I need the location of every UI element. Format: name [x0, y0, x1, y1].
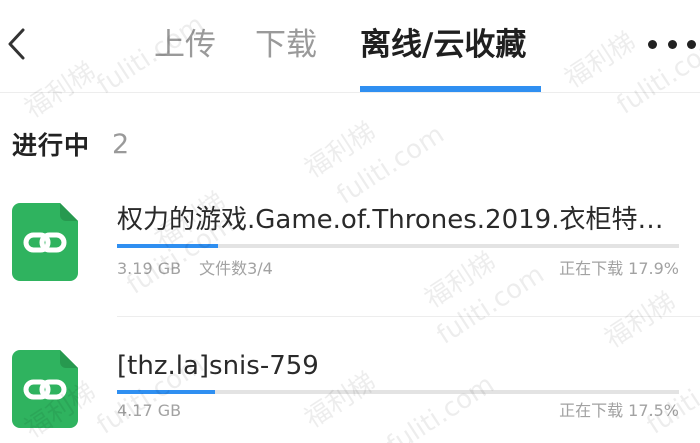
header-divider: [0, 92, 700, 93]
link-file-icon: [12, 203, 78, 281]
link-file-icon: [12, 350, 78, 428]
section-label: 进行中: [12, 131, 91, 160]
section-count: 2: [112, 128, 130, 160]
section-header-in-progress: 进行中 2: [12, 126, 129, 162]
progress-bar: [117, 390, 679, 394]
task-file-count: 文件数3/4: [199, 259, 273, 278]
task-size: 3.19 GB: [117, 259, 182, 278]
tab-upload[interactable]: 上传: [154, 22, 216, 68]
task-size: 4.17 GB: [117, 401, 182, 420]
more-dots-icon: [648, 39, 657, 49]
task-status: 正在下载 17.5%: [559, 401, 679, 420]
task-status: 正在下载 17.9%: [559, 259, 679, 278]
task-title: [thz.la]snis-759: [117, 351, 319, 381]
watermark-text: 福利梯: [299, 116, 382, 185]
progress-fill: [117, 244, 218, 248]
top-header: 上传 下载 离线/云收藏: [0, 0, 700, 92]
task-meta: 3.19 GB 文件数3/4: [117, 257, 273, 281]
progress-fill: [117, 390, 216, 394]
back-button[interactable]: [0, 20, 32, 68]
download-task-item[interactable]: 权力的游戏.Game.of.Thrones.2019.衣柜特… 3.19 GB 文…: [0, 180, 700, 310]
more-button[interactable]: [648, 26, 696, 62]
task-title: 权力的游戏.Game.of.Thrones.2019.衣柜特…: [117, 205, 664, 235]
list-divider: [117, 316, 700, 317]
download-task-item[interactable]: [thz.la]snis-759 4.17 GB 正在下载 17.5%: [0, 334, 700, 443]
tab-offline-cloud[interactable]: 离线/云收藏: [360, 22, 526, 68]
chevron-left-icon: [8, 28, 25, 60]
tab-download[interactable]: 下载: [255, 22, 317, 68]
progress-bar: [117, 244, 679, 248]
task-meta: 4.17 GB: [117, 399, 181, 423]
